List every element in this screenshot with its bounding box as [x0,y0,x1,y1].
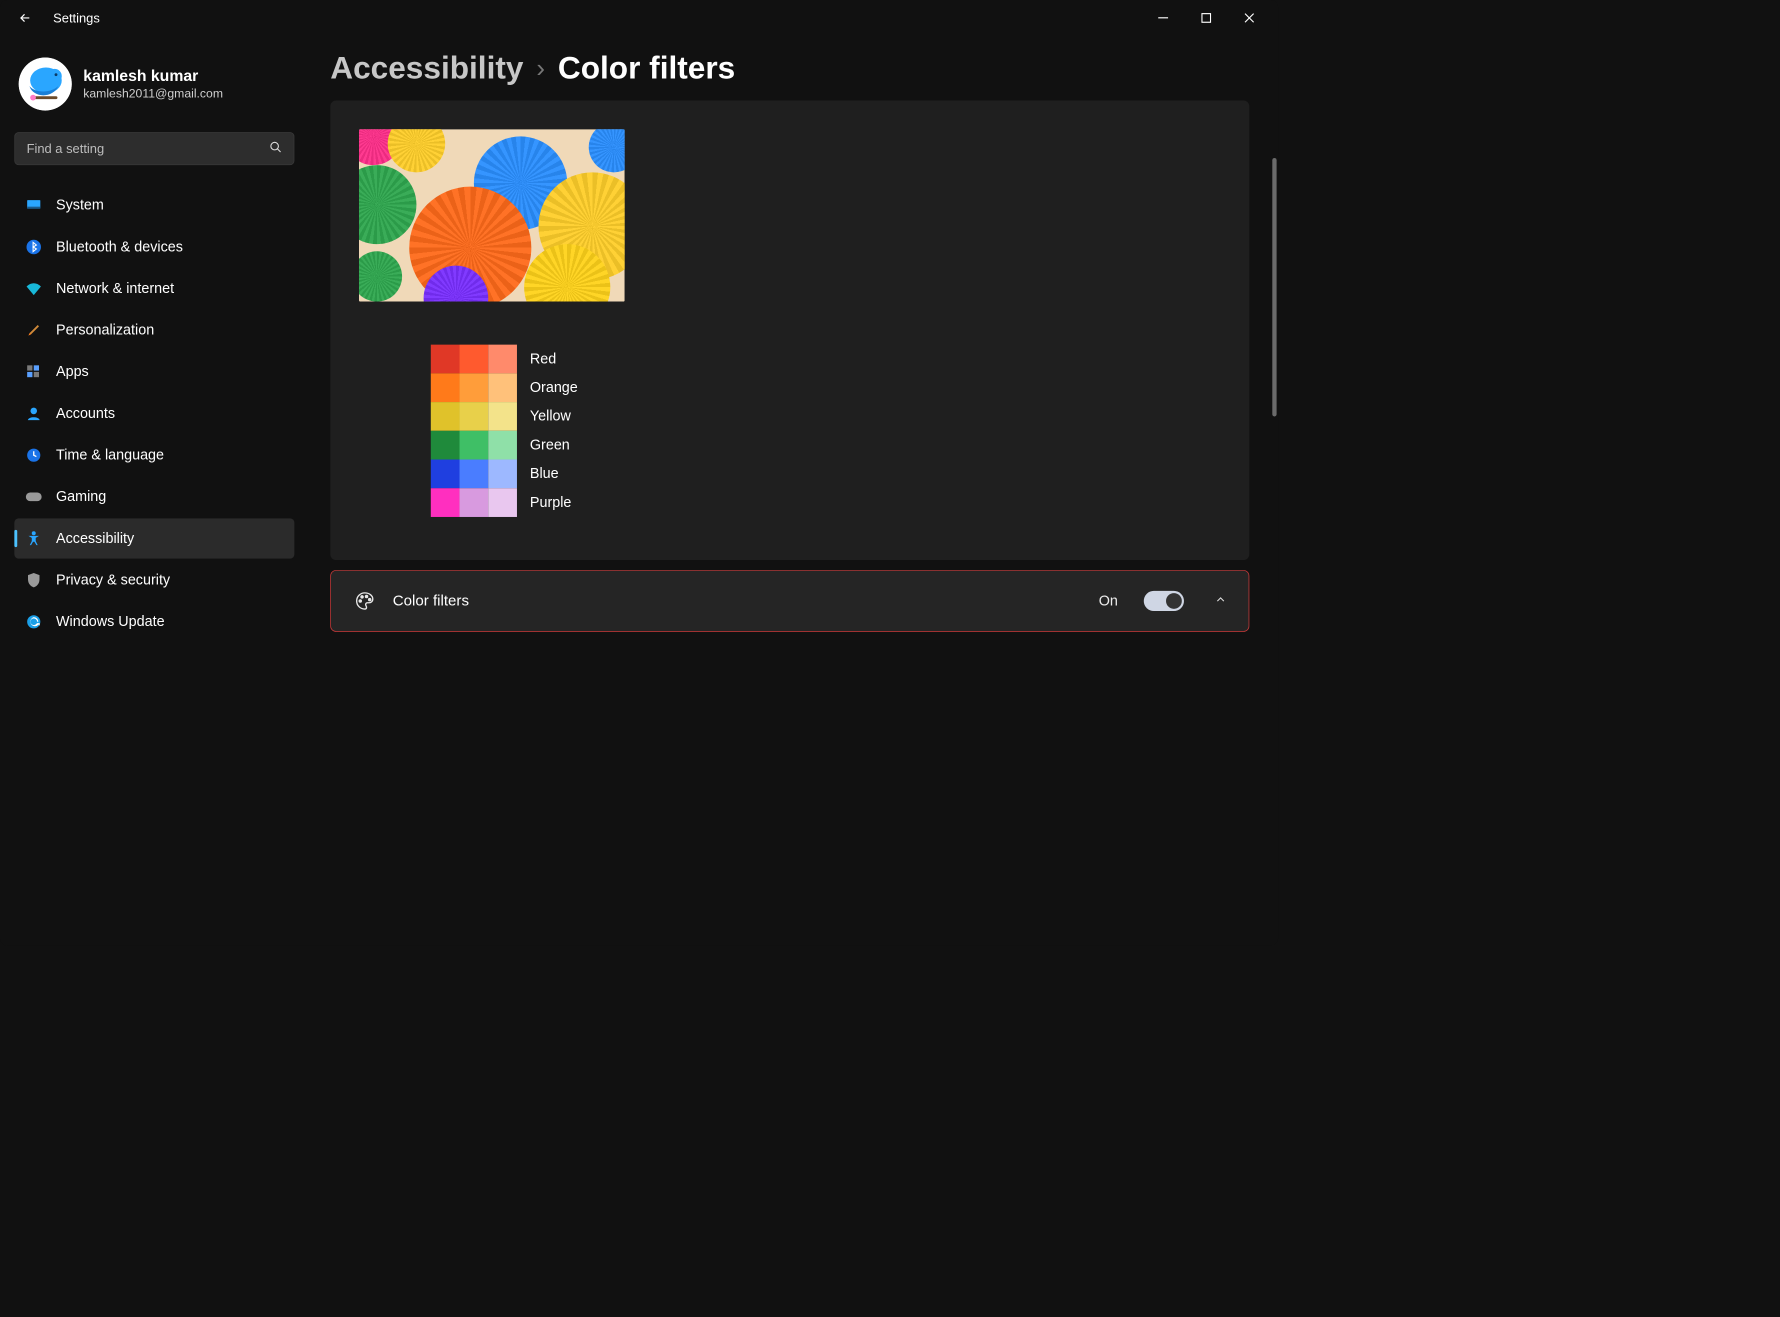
preview-card: RedOrangeYellowGreenBluePurple [330,101,1249,561]
update-icon [24,612,43,631]
nav-item-privacy[interactable]: Privacy & security [14,560,294,600]
nav-list: System Bluetooth & devices Network & int… [14,185,294,642]
breadcrumb-current: Color filters [558,50,735,86]
main-content: Accessibility › Color filters [309,36,1278,946]
chevron-right-icon: › [536,53,545,83]
color-swatch [431,460,460,489]
nav-label: Bluetooth & devices [56,239,183,256]
color-swatch [431,431,460,460]
color-label: Blue [530,460,578,489]
sidebar: kamlesh kumar kamlesh2011@gmail.com Syst… [0,36,309,946]
chevron-up-icon[interactable] [1214,593,1227,610]
color-swatch [488,402,517,431]
person-icon [24,404,43,423]
close-button[interactable] [1228,4,1271,33]
bluetooth-icon [24,238,43,257]
scrollbar[interactable] [1272,158,1276,416]
apps-icon [24,363,43,382]
color-swatch [431,402,460,431]
user-info: kamlesh kumar kamlesh2011@gmail.com [83,67,223,101]
color-swatch [488,431,517,460]
nav-label: Accessibility [56,530,134,547]
color-label: Green [530,431,578,460]
color-swatch [431,488,460,517]
monitor-icon [24,196,43,215]
user-block[interactable]: kamlesh kumar kamlesh2011@gmail.com [14,50,294,125]
color-swatch [460,431,489,460]
swatch-grid [431,345,517,517]
color-label: Yellow [530,402,578,431]
nav-label: Privacy & security [56,572,170,589]
swatch-row [431,373,517,402]
nav-label: System [56,197,104,214]
shield-icon [24,571,43,590]
paintbrush-icon [24,321,43,340]
swatch-row [431,402,517,431]
swatch-row [431,431,517,460]
nav-item-apps[interactable]: Apps [14,352,294,392]
settings-window: Settings [0,0,1278,946]
clock-icon [24,446,43,465]
color-swatch [488,460,517,489]
color-swatch [460,460,489,489]
nav-item-bluetooth[interactable]: Bluetooth & devices [14,227,294,267]
search-box[interactable] [14,132,294,165]
nav-item-accessibility[interactable]: Accessibility [14,518,294,558]
accessibility-icon [24,529,43,548]
nav-item-time-language[interactable]: Time & language [14,435,294,475]
color-legend: RedOrangeYellowGreenBluePurple [431,345,1221,517]
color-swatch [460,373,489,402]
nav-label: Network & internet [56,280,174,297]
user-name: kamlesh kumar [83,67,223,86]
search-icon [269,140,282,157]
color-swatch [431,345,460,374]
setting-label: Color filters [393,592,1083,609]
color-filters-toggle[interactable] [1144,591,1184,611]
search-input[interactable] [27,141,270,156]
color-swatch [460,345,489,374]
breadcrumb-parent[interactable]: Accessibility [330,50,523,86]
preview-image [359,129,625,301]
back-button[interactable] [7,0,43,36]
nav-item-system[interactable]: System [14,185,294,225]
nav-label: Apps [56,364,89,381]
swatch-row [431,488,517,517]
user-email: kamlesh2011@gmail.com [83,87,223,101]
breadcrumb: Accessibility › Color filters [330,50,1249,86]
color-swatch [460,402,489,431]
nav-item-personalization[interactable]: Personalization [14,310,294,350]
minimize-button[interactable] [1142,4,1185,33]
titlebar: Settings [0,0,1278,36]
nav-label: Accounts [56,405,115,422]
color-swatch [460,488,489,517]
color-swatch [431,373,460,402]
nav-label: Windows Update [56,614,165,631]
wifi-icon [24,279,43,298]
gamepad-icon [24,488,43,507]
maximize-button[interactable] [1185,4,1228,33]
nav-item-accounts[interactable]: Accounts [14,393,294,433]
app-title: Settings [53,10,100,25]
swatch-row [431,345,517,374]
color-label: Red [530,345,578,374]
setting-state: On [1099,593,1118,610]
avatar [19,57,72,110]
nav-label: Gaming [56,489,106,506]
nav-item-windows-update[interactable]: Windows Update [14,602,294,642]
color-filters-setting-row[interactable]: Color filters On [330,570,1249,632]
color-swatch [488,488,517,517]
color-swatch [488,345,517,374]
color-label: Orange [530,373,578,402]
color-label-list: RedOrangeYellowGreenBluePurple [530,345,578,517]
color-swatch [488,373,517,402]
nav-label: Time & language [56,447,164,464]
nav-item-network[interactable]: Network & internet [14,269,294,309]
swatch-row [431,460,517,489]
color-label: Purple [530,488,578,517]
nav-item-gaming[interactable]: Gaming [14,477,294,517]
nav-label: Personalization [56,322,154,339]
window-controls [1142,4,1271,33]
palette-icon [353,589,377,613]
